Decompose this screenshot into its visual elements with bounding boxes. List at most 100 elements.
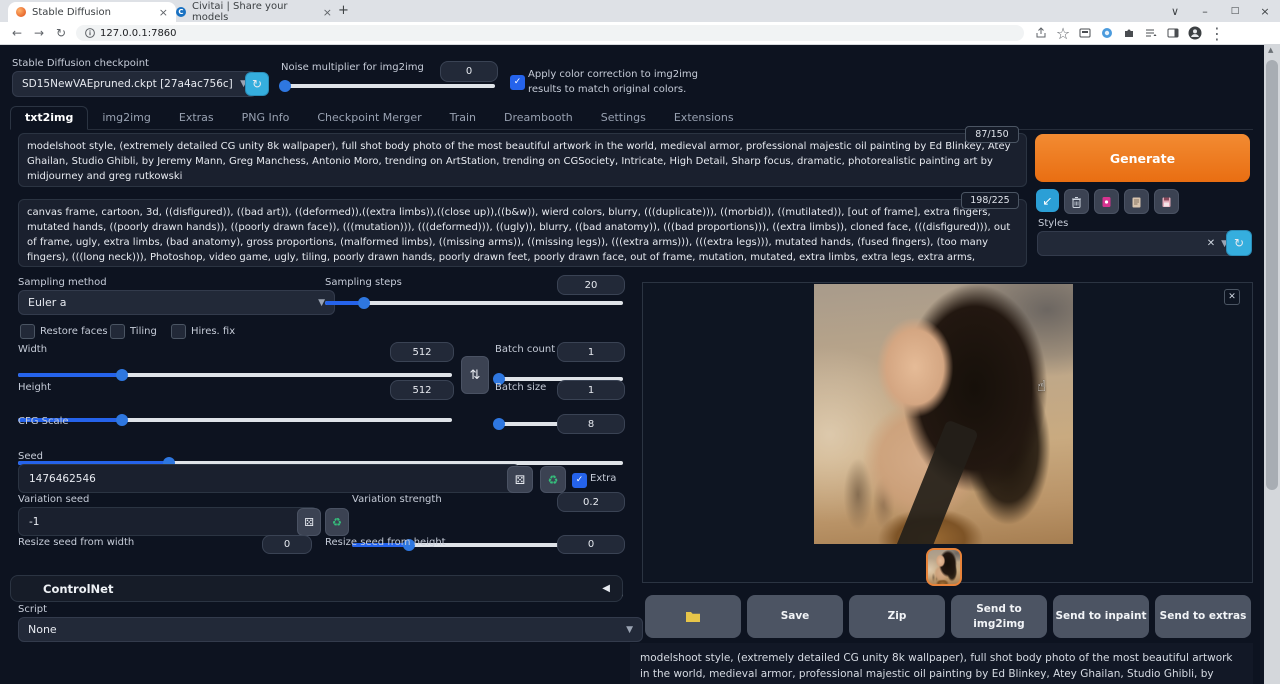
browser-tab-stable-diffusion[interactable]: Stable Diffusion × <box>8 2 176 22</box>
send-to-extras-button[interactable]: Send to extras <box>1155 595 1251 638</box>
clear-styles-icon[interactable]: ✕ <box>1207 238 1215 249</box>
tab-train[interactable]: Train <box>436 107 490 129</box>
civitai-favicon: C <box>176 7 186 17</box>
close-gallery-icon[interactable]: ✕ <box>1224 289 1240 305</box>
extra-seed-checkbox[interactable]: ✓ <box>572 473 587 488</box>
prompt-textarea[interactable]: modelshoot style, (extremely detailed CG… <box>18 133 1027 187</box>
extensions-puzzle-icon[interactable] <box>1122 26 1136 40</box>
info-icon <box>85 28 95 38</box>
restore-faces-option[interactable]: Restore faces <box>20 324 108 339</box>
generation-info-text: modelshoot style, (extremely detailed CG… <box>630 643 1253 684</box>
save-button[interactable]: Save <box>747 595 843 638</box>
tiling-checkbox[interactable] <box>110 324 125 339</box>
address-bar[interactable]: 127.0.0.1:7860 <box>76 25 1024 41</box>
noise-multiplier-value[interactable]: 0 <box>440 61 498 82</box>
extra-networks-card-icon[interactable] <box>1094 189 1119 214</box>
tab-extras[interactable]: Extras <box>165 107 228 129</box>
restore-faces-checkbox[interactable] <box>20 324 35 339</box>
reading-list-icon[interactable] <box>1144 26 1158 40</box>
tab-img2img[interactable]: img2img <box>88 107 165 129</box>
height-value[interactable]: 512 <box>390 380 454 400</box>
resize-seed-height-label: Resize seed from height <box>325 537 446 548</box>
extension-grid-icon[interactable] <box>1078 26 1092 40</box>
gallery-thumbnail[interactable] <box>926 548 962 586</box>
swap-width-height-icon[interactable]: ⇅ <box>461 356 489 394</box>
variation-dice-icon[interactable]: ⚄ <box>297 508 321 536</box>
prompt-tools-row: ↙ <box>1036 189 1179 214</box>
tab-dreambooth[interactable]: Dreambooth <box>490 107 587 129</box>
width-value[interactable]: 512 <box>390 342 454 362</box>
tab-close-icon[interactable]: × <box>323 6 332 19</box>
cfg-scale-value[interactable]: 8 <box>557 414 625 434</box>
variation-strength-value[interactable]: 0.2 <box>557 492 625 512</box>
page-scrollbar[interactable]: ▲ <box>1264 44 1280 684</box>
result-gallery-panel: ✕ ☝ <box>642 282 1253 583</box>
reload-icon[interactable]: ↻ <box>50 26 72 40</box>
share-icon[interactable] <box>1034 26 1048 40</box>
side-panel-icon[interactable] <box>1166 26 1180 40</box>
batch-size-value[interactable]: 1 <box>557 380 625 400</box>
tab-close-icon[interactable]: × <box>159 6 168 19</box>
paste-params-arrow-icon[interactable]: ↙ <box>1036 189 1059 212</box>
hires-fix-option[interactable]: Hires. fix <box>171 324 235 339</box>
apply-style-clipboard-icon[interactable] <box>1124 189 1149 214</box>
noise-multiplier-label: Noise multiplier for img2img <box>281 62 424 73</box>
variation-recycle-icon[interactable]: ♻ <box>325 508 349 536</box>
generate-button[interactable]: Generate <box>1035 134 1250 182</box>
variation-seed-input[interactable]: -1 <box>18 507 318 536</box>
reuse-seed-recycle-icon[interactable]: ♻ <box>540 466 566 493</box>
generated-image[interactable] <box>814 284 1073 544</box>
width-slider[interactable] <box>18 373 452 377</box>
tab-checkpoint-merger[interactable]: Checkpoint Merger <box>303 107 435 129</box>
sampling-method-dropdown[interactable]: Euler a ▼ <box>18 290 335 315</box>
zip-button[interactable]: Zip <box>849 595 945 638</box>
tab-png-info[interactable]: PNG Info <box>228 107 304 129</box>
batch-size-label: Batch size <box>495 382 546 393</box>
new-tab-button[interactable]: + <box>338 3 349 18</box>
tiling-option[interactable]: Tiling <box>110 324 157 339</box>
scrollbar-thumb[interactable] <box>1266 60 1278 490</box>
scrollbar-up-arrow[interactable]: ▲ <box>1268 46 1273 54</box>
window-minimize-icon[interactable]: – <box>1190 0 1220 22</box>
stable-diffusion-favicon <box>16 7 26 17</box>
open-folder-button[interactable] <box>645 595 741 638</box>
save-style-floppy-icon[interactable] <box>1154 189 1179 214</box>
profile-avatar[interactable] <box>1188 26 1202 40</box>
height-slider[interactable] <box>18 418 452 422</box>
styles-dropdown[interactable]: ✕ ▼ <box>1037 231 1238 256</box>
seed-input[interactable]: 1476462546 <box>18 464 520 493</box>
checkpoint-dropdown[interactable]: SD15NewVAEpruned.ckpt [27a4ac756c] ▼ <box>12 71 257 97</box>
hires-fix-checkbox[interactable] <box>171 324 186 339</box>
window-maximize-icon[interactable]: □ <box>1220 0 1250 22</box>
kebab-menu-icon[interactable]: ⋮ <box>1210 26 1224 40</box>
refresh-styles-button[interactable]: ↻ <box>1226 230 1252 256</box>
extension-blue-dot-icon[interactable] <box>1100 26 1114 40</box>
bookmark-star-icon[interactable]: ☆ <box>1056 26 1070 40</box>
forward-icon[interactable]: → <box>28 26 50 40</box>
folder-icon <box>685 610 701 623</box>
send-to-img2img-button[interactable]: Send to img2img <box>951 595 1047 638</box>
send-to-inpaint-button[interactable]: Send to inpaint <box>1053 595 1149 638</box>
negative-prompt-textarea[interactable]: canvas frame, cartoon, 3d, ((disfigured)… <box>18 199 1027 267</box>
tab-extensions[interactable]: Extensions <box>660 107 748 129</box>
checkpoint-value: SD15NewVAEpruned.ckpt [27a4ac756c] <box>22 78 233 90</box>
back-icon[interactable]: ← <box>6 26 28 40</box>
script-dropdown[interactable]: None ▼ <box>18 617 643 642</box>
height-label: Height <box>18 382 51 393</box>
controlnet-accordion[interactable]: ControlNet ◀ <box>10 575 623 602</box>
trash-icon[interactable] <box>1064 189 1089 214</box>
sampling-steps-value[interactable]: 20 <box>557 275 625 295</box>
resize-seed-width-value[interactable]: 0 <box>262 535 312 554</box>
browser-tab-civitai[interactable]: C Civitai | Share your models × <box>168 2 340 22</box>
tab-txt2img[interactable]: txt2img <box>10 106 88 130</box>
batch-count-value[interactable]: 1 <box>557 342 625 362</box>
color-correction-checkbox[interactable]: ✓ <box>510 75 525 90</box>
noise-multiplier-slider[interactable] <box>281 84 495 88</box>
resize-seed-height-value[interactable]: 0 <box>557 535 625 554</box>
tab-settings[interactable]: Settings <box>587 107 660 129</box>
window-close-icon[interactable]: × <box>1250 0 1280 22</box>
refresh-checkpoint-button[interactable]: ↻ <box>245 72 269 96</box>
window-chevron-icon[interactable]: ∨ <box>1160 0 1190 22</box>
sampling-steps-slider[interactable] <box>325 301 623 305</box>
random-seed-dice-icon[interactable]: ⚄ <box>507 466 533 493</box>
